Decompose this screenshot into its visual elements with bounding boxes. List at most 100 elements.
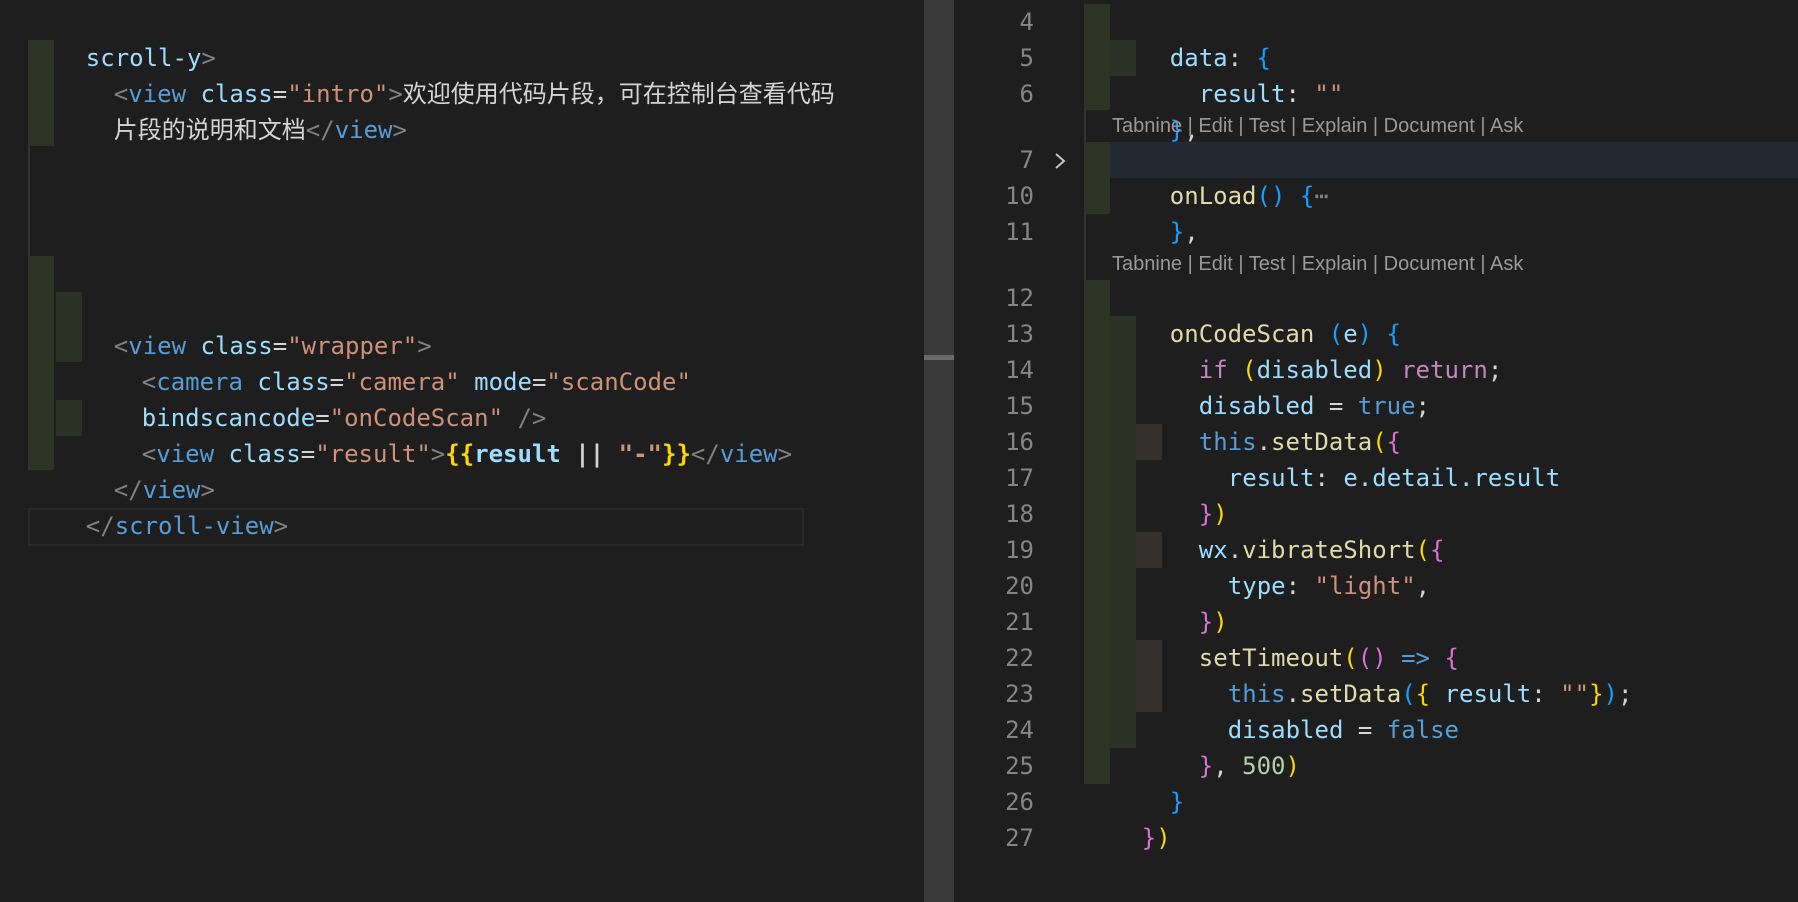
code-line-6: }, — [1112, 76, 1199, 144]
mustache-token: }} — [662, 440, 691, 468]
string-token: "-" — [618, 440, 663, 468]
paren-token: ) — [1603, 680, 1618, 708]
paren-token: ) — [1285, 752, 1300, 780]
indent-guide — [28, 256, 54, 470]
line-number: 4 — [1019, 8, 1034, 36]
line-number: 13 — [1005, 320, 1034, 348]
code-line-view-intro: <view class="intro">欢迎使用代码片段，可在控制台查看代码 — [56, 40, 835, 108]
brace-token: } — [1198, 752, 1214, 780]
code-line-scroll-view-close: </scroll-view> — [28, 472, 288, 540]
line-number: 14 — [1005, 356, 1034, 384]
code-line-camera-cont: bindscancode="onCodeScan" /> — [84, 364, 547, 432]
code-line-10: }, — [1112, 178, 1199, 246]
punct-token: </ — [690, 440, 720, 468]
code-line-15: this.setData({ — [1141, 388, 1401, 456]
left-editor-pane[interactable]: scroll-y> <view class="intro">欢迎使用代码片段，可… — [0, 0, 924, 902]
code-line-21: setTimeout(() => { — [1141, 604, 1459, 672]
punct-token: ; — [1487, 356, 1503, 384]
code-line-12: onCodeScan (e) { — [1112, 280, 1401, 348]
code-line-25: } — [1112, 748, 1184, 816]
folded-ellipsis-icon[interactable]: ⋯ — [1314, 182, 1328, 210]
indent-guide-line — [1084, 4, 1086, 784]
line-number: 19 — [1005, 536, 1034, 564]
brace-token: } — [1169, 788, 1185, 816]
code-line-16: result: e.detail.result — [1170, 424, 1560, 492]
line-number: 6 — [1019, 80, 1034, 108]
pane-divider-scrollbar[interactable] — [924, 0, 954, 902]
code-line-26: }) — [1084, 784, 1171, 852]
punct-token: : — [1285, 572, 1315, 600]
line-number: 27 — [1005, 824, 1034, 852]
line-number: 16 — [1005, 428, 1034, 456]
line-number: 20 — [1005, 572, 1034, 600]
indent-guide — [1084, 280, 1110, 784]
indent-guide — [56, 400, 82, 436]
punct-token: , — [1415, 572, 1431, 600]
code-line-view-result: <view class="result">{{result || "-"}}</… — [84, 400, 792, 468]
code-line-14: disabled = true; — [1141, 352, 1430, 420]
line-number: 21 — [1005, 608, 1034, 636]
operator-token: = — [1343, 716, 1387, 744]
punct-token: : — [1314, 464, 1344, 492]
paren-token: () — [1256, 182, 1286, 210]
property-token: result — [1227, 464, 1315, 492]
property-token: type — [1227, 572, 1286, 600]
string-token: "scanCode" — [546, 368, 691, 396]
code-line-scroll-y: scroll-y> — [28, 4, 216, 72]
line-number: 23 — [1005, 680, 1034, 708]
punct-token: > — [430, 440, 446, 468]
text-token: 欢迎使用代码片段，可在控制台查看代码 — [402, 80, 835, 108]
line-number: 12 — [1005, 284, 1034, 312]
line-number: 5 — [1019, 44, 1034, 72]
var-token: result — [474, 440, 561, 468]
mustache-token: {{ — [445, 440, 475, 468]
punct-token: : — [1531, 680, 1561, 708]
operator-token: || — [560, 440, 619, 468]
code-line-18: wx.vibrateShort({ — [1141, 496, 1445, 564]
indent-guide — [1084, 142, 1110, 214]
code-line-5: result: "" — [1141, 40, 1344, 108]
tag-token: view — [719, 440, 778, 468]
code-line-23: disabled = false — [1170, 676, 1459, 744]
indent-guide — [1084, 4, 1110, 110]
code-line-19: type: "light", — [1170, 532, 1430, 600]
code-line-view-wrapper: <view class="wrapper"> — [56, 292, 432, 360]
brace-token: { — [1285, 182, 1315, 210]
paren-token: ) — [1156, 824, 1171, 852]
chevron-right-icon[interactable] — [1052, 142, 1072, 178]
string-token: "" — [1560, 680, 1590, 708]
line-number: 15 — [1005, 392, 1034, 420]
punct-token: </ — [305, 116, 335, 144]
punct-token: > — [392, 116, 407, 144]
code-line-22: this.setData({ result: ""}); — [1170, 640, 1633, 708]
var-token: e.detail.result — [1343, 464, 1561, 492]
line-number: 18 — [1005, 500, 1034, 528]
text-token: 片段的说明和文档 — [113, 116, 306, 144]
brace-token: { — [1430, 536, 1445, 564]
property-token: result — [1198, 80, 1286, 108]
code-line-17: }) — [1141, 460, 1228, 528]
codelens-actions[interactable]: Tabnine | Edit | Test | Explain | Docume… — [1112, 111, 1523, 141]
string-token: "result" — [315, 440, 431, 468]
attr-token: class — [228, 440, 301, 468]
punct-token: ; — [1617, 680, 1633, 708]
brace-token: } — [1141, 824, 1157, 852]
tag-token: view — [334, 116, 393, 144]
punct-token: ; — [1415, 392, 1430, 420]
line-number: 7 — [1019, 146, 1034, 174]
code-line-24: }, 500) — [1141, 712, 1300, 780]
right-editor-pane[interactable]: 4 5 6 7 10 11 12 13 14 15 16 17 18 19 20… — [954, 0, 1798, 902]
line-number: 24 — [1005, 716, 1034, 744]
code-line-view-close: </view> — [56, 436, 215, 504]
codelens-actions[interactable]: Tabnine | Edit | Test | Explain | Docume… — [1112, 249, 1523, 279]
punct-token: , — [1213, 752, 1243, 780]
code-line-camera: <camera class="camera" mode="scanCode" — [84, 328, 691, 396]
punct-token: : — [1285, 80, 1315, 108]
punct-token: , — [1184, 218, 1199, 246]
punct-token: > — [777, 440, 793, 468]
string-token: "" — [1314, 80, 1344, 108]
line-number: 17 — [1005, 464, 1034, 492]
code-line-4: data: { — [1112, 4, 1271, 72]
line-number: 10 — [1005, 182, 1034, 210]
scrollbar-thumb[interactable] — [924, 355, 954, 360]
